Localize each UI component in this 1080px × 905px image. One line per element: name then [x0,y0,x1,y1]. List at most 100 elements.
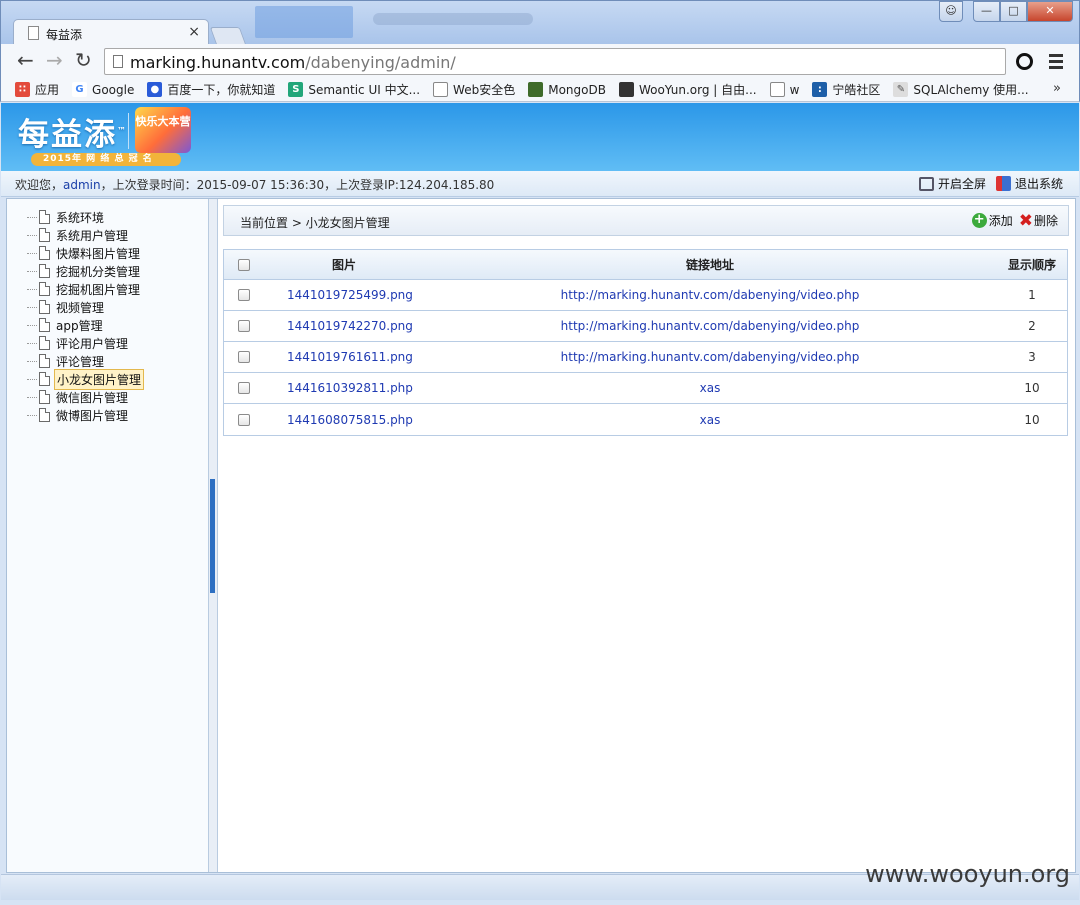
baidu-paw-icon: ● [147,82,163,97]
content-area: 当前位置 > 小龙女图片管理 + 添加 ✖ 删除 图片 链接地址 显示顺序 1441… [223,205,1069,436]
header-actions: 开启全屏 退出系统 [909,175,1063,192]
mongodb-leaf-icon [528,82,544,97]
page-icon [769,82,785,97]
sidebar-tree: 系统环境 系统用户管理 快爆料图片管理 挖掘机分类管理 挖掘机图片管理 视频管理… [27,208,145,424]
row-checkbox[interactable] [238,351,250,363]
user-profile-icon[interactable]: ☺ [939,1,963,22]
minimize-button[interactable]: — [973,1,1000,22]
display-order: 10 [1024,381,1040,395]
sidebar-item-xiaolongnv-images[interactable]: 小龙女图片管理 [27,368,145,390]
username: admin [63,178,101,192]
table-row: 1441610392811.php xas 10 [224,373,1067,404]
sidebar-collapse-handle[interactable] [210,479,215,593]
select-all-checkbox[interactable] [238,258,250,271]
maximize-button[interactable]: □ [1000,1,1027,22]
column-header-image: 图片 [331,258,356,272]
file-icon [39,210,50,224]
page-icon [433,82,449,97]
browser-tab[interactable]: 每益添 × [13,19,209,46]
bookmark-web-safe-colors[interactable]: Web安全色 [433,81,515,98]
fullscreen-button[interactable]: 开启全屏 [918,175,986,192]
brand-logo: 每益添™ [18,117,128,153]
file-icon [39,264,50,278]
row-checkbox[interactable] [238,382,250,394]
bookmark-baidu[interactable]: ● 百度一下，你就知道 [147,81,275,98]
page-info-icon [113,55,123,68]
image-filename-link[interactable]: 1441019742270.png [287,319,413,333]
link-url[interactable]: http://marking.hunantv.com/dabenying/vid… [561,319,860,333]
bookmark-ninghao[interactable]: : 宁皓社区 [812,81,880,98]
bookmark-semantic-ui[interactable]: S Semantic UI 中文... [288,81,420,98]
list-actions: + 添加 ✖ 删除 [966,212,1058,229]
browser-titlebar: 每益添 × ☺ — □ ✕ [0,0,1080,46]
sidebar-item-videos[interactable]: 视频管理 [27,298,144,316]
display-order: 2 [1028,319,1036,333]
sidebar-item-comments[interactable]: 评论管理 [27,352,144,370]
bookmark-sqlalchemy[interactable]: ✎ SQLAlchemy 使用... [893,81,1029,98]
bookmarks-bar: ∷ 应用 G Google ● 百度一下，你就知道 S Semantic UI 中文..… [0,78,1080,102]
link-url[interactable]: http://marking.hunantv.com/dabenying/vid… [561,350,860,364]
bookmark-apps[interactable]: ∷ 应用 [15,81,59,98]
sidebar-item-wechat-images[interactable]: 微信图片管理 [27,388,144,406]
image-filename-link[interactable]: 1441019761611.png [287,350,413,364]
image-filename-link[interactable]: 1441608075815.php [287,413,413,427]
wooyun-icon [618,82,634,97]
reload-icon[interactable]: ↻ [75,50,92,70]
sidebar-item-news-images[interactable]: 快爆料图片管理 [27,244,144,262]
new-tab-button[interactable] [209,27,247,45]
file-icon [39,336,50,350]
ninghao-icon: : [812,82,828,97]
select-all-cell [224,250,264,279]
sidebar-item-comment-users[interactable]: 评论用户管理 [27,334,144,352]
blurred-overlay-button [255,6,353,38]
link-url[interactable]: xas [700,381,721,395]
bookmark-mongodb[interactable]: MongoDB [528,82,606,97]
logout-button[interactable]: 退出系统 [995,175,1063,192]
back-arrow-icon[interactable]: ← [17,50,34,70]
sidebar-item-excavator-categories[interactable]: 挖掘机分类管理 [27,262,144,280]
sidebar-item-weibo-images[interactable]: 微博图片管理 [27,406,144,424]
display-order: 1 [1028,288,1036,302]
bookmark-w[interactable]: w [769,82,799,97]
tab-title: 每益添 [46,28,83,42]
row-checkbox[interactable] [238,289,250,301]
sidebar-item-apps[interactable]: app管理 [27,316,144,334]
image-filename-link[interactable]: 1441610392811.php [287,381,413,395]
image-filename-link[interactable]: 1441019725499.png [287,288,413,302]
link-url[interactable]: http://marking.hunantv.com/dabenying/vid… [561,288,860,302]
table-row: 1441608075815.php xas 10 [224,404,1067,435]
extension-ring-icon[interactable] [1016,53,1033,70]
bookmarks-overflow-chevron-icon[interactable]: » [1053,81,1061,96]
row-checkbox[interactable] [238,320,250,332]
table-row: 1441019761611.png http://marking.hunantv… [224,342,1067,373]
add-button[interactable]: + 添加 [971,212,1013,229]
display-order: 10 [1024,412,1040,427]
link-url[interactable]: xas [700,413,721,427]
forward-arrow-icon[interactable]: → [46,50,63,70]
browser-toolbar: ← → ↻ marking.hunantv.com/dabenying/admi… [0,44,1080,78]
semantic-s-icon: S [288,82,304,97]
file-icon [39,300,50,314]
tab-close-button[interactable]: × [188,24,200,40]
blurred-overlay-text [373,13,533,25]
google-icon: G [72,82,88,97]
show-badge-logo: 快乐大本营 [135,107,191,153]
hamburger-menu-icon[interactable] [1049,54,1063,72]
brand-tagline: 2015年 网 络 总 冠 名 [31,153,181,166]
file-icon [39,408,50,422]
bookmark-google[interactable]: G Google [72,82,134,97]
exit-door-icon [995,176,1011,191]
pen-icon: ✎ [893,82,909,97]
row-checkbox[interactable] [238,413,250,426]
address-bar[interactable]: marking.hunantv.com/dabenying/admin/ [104,48,1006,75]
sidebar-item-system-users[interactable]: 系统用户管理 [27,226,144,244]
red-x-icon: ✖ [1018,210,1033,231]
close-window-button[interactable]: ✕ [1027,1,1073,22]
column-header-link: 链接地址 [685,258,734,272]
table-header: 图片 链接地址 显示顺序 [224,250,1067,280]
delete-button[interactable]: ✖ 删除 [1019,212,1058,229]
bookmark-wooyun[interactable]: WooYun.org | 自由... [618,81,757,98]
sidebar-item-excavator-images[interactable]: 挖掘机图片管理 [27,280,144,298]
watermark: www.wooyun.org [865,860,1070,888]
sidebar-item-system-env[interactable]: 系统环境 [27,208,144,226]
